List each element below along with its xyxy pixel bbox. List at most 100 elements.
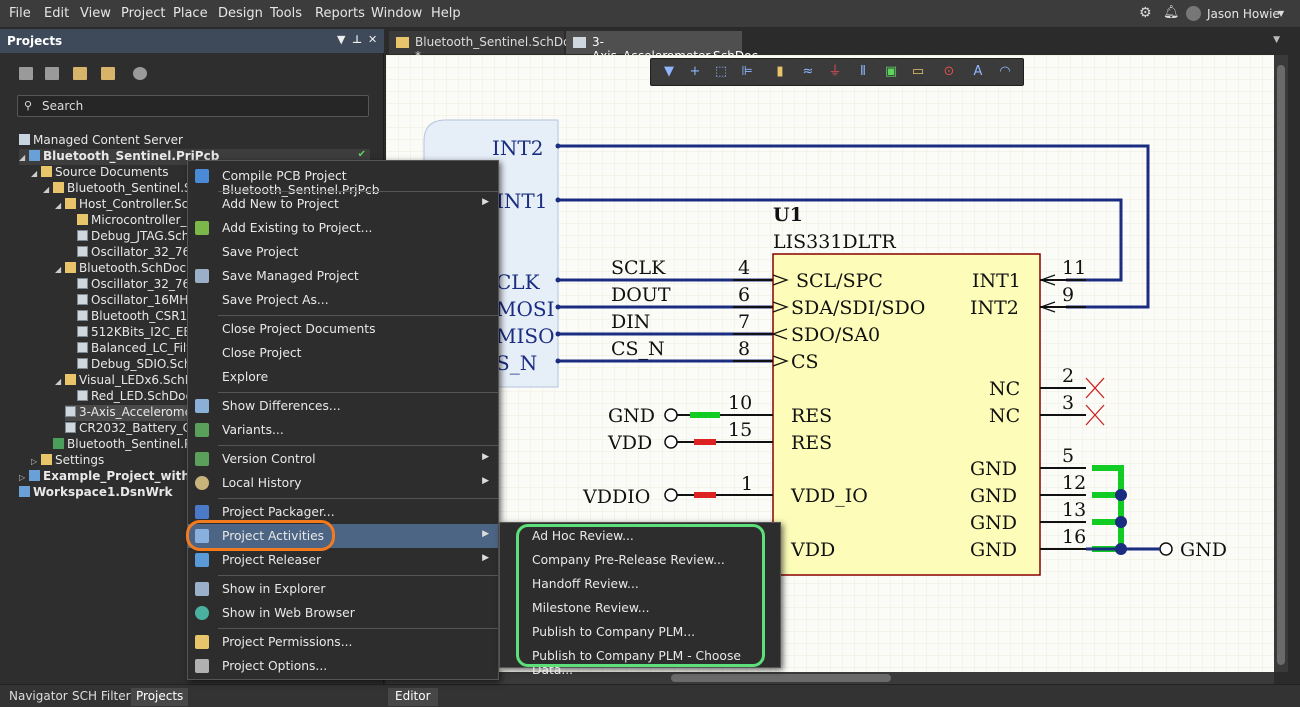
menu-item-explore[interactable]: Explore: [188, 365, 498, 389]
menu-item-close-docs[interactable]: Close Project Documents: [188, 317, 498, 341]
component-icon[interactable]: ▮: [773, 65, 787, 79]
tree-item[interactable]: Oscillator_16MHz.: [77, 293, 198, 309]
menu-item-compile[interactable]: Compile PCB Project Bluetooth_Sentinel.P…: [188, 164, 498, 197]
menu-item-permissions[interactable]: Project Permissions...: [188, 630, 498, 654]
port-int2[interactable]: INT2: [492, 136, 543, 160]
save-icon[interactable]: [19, 67, 33, 80]
menu-help[interactable]: Help: [431, 6, 461, 21]
menu-item-show-differences[interactable]: Show Differences...: [188, 394, 498, 418]
avatar-icon[interactable]: [1186, 6, 1201, 21]
net-dout[interactable]: DOUT: [611, 284, 671, 306]
gear-icon[interactable]: [133, 67, 147, 80]
search-input[interactable]: ⚲ Search: [17, 95, 369, 117]
panel-menu-icon[interactable]: ▼: [337, 33, 345, 46]
tab-bluetooth-sentinel[interactable]: Bluetooth_Sentinel.SchDoc *: [389, 31, 577, 63]
tab-navigator[interactable]: Navigator: [4, 688, 73, 706]
port-icon[interactable]: ▭: [911, 65, 925, 79]
menu-design[interactable]: Design: [218, 6, 263, 21]
bell-icon[interactable]: 🔔︎: [1163, 5, 1180, 20]
component-designator[interactable]: U1: [773, 204, 803, 226]
tree-item[interactable]: Managed Content Server: [19, 133, 183, 149]
power-gnd[interactable]: GND: [608, 405, 655, 427]
menu-item-project-releaser[interactable]: Project Releaser ▶: [188, 548, 498, 572]
power-vdd[interactable]: VDD: [607, 432, 652, 454]
tree-item[interactable]: ◢ Bluetooth.SchDoc: [55, 261, 186, 277]
tree-item[interactable]: ◢ Visual_LEDx6.SchDoc: [55, 373, 208, 389]
tab-accelerometer[interactable]: 3-Axis_Accelerometer.SchDoc: [566, 31, 758, 63]
port-int1[interactable]: INT1: [496, 189, 547, 213]
tree-item[interactable]: ◢ Host_Controller.Sch: [55, 197, 196, 213]
no-erc-icon[interactable]: ⊙: [942, 65, 956, 79]
menu-item-version-control[interactable]: Version Control ▶: [188, 447, 498, 471]
menu-window[interactable]: Window: [371, 6, 422, 21]
menu-tools[interactable]: Tools: [270, 6, 302, 21]
menu-item-save-project[interactable]: Save Project: [188, 240, 498, 264]
sheet-symbol-icon[interactable]: ▣: [884, 65, 898, 79]
net-din[interactable]: DIN: [611, 311, 650, 333]
pin-icon[interactable]: ⊥: [352, 33, 362, 46]
menu-item-local-history[interactable]: Local History ▶: [188, 471, 498, 495]
filter-icon[interactable]: ▼: [662, 65, 676, 79]
close-icon[interactable]: ✕: [368, 33, 377, 46]
power-gnd-right[interactable]: GND: [1180, 539, 1227, 561]
port-mosi[interactable]: MOSI: [496, 297, 554, 321]
menu-file[interactable]: File: [9, 6, 31, 21]
folder-settings-icon[interactable]: [101, 67, 115, 80]
tab-editor[interactable]: Editor: [388, 688, 438, 706]
bus-icon[interactable]: ⫴: [856, 65, 870, 79]
menu-item-close-project[interactable]: Close Project: [188, 341, 498, 365]
save-all-icon[interactable]: [45, 67, 59, 80]
net-cs-n[interactable]: CS_N: [611, 338, 665, 360]
port-clk[interactable]: CLK: [496, 270, 541, 294]
tree-item[interactable]: CR2032_Battery_Con: [65, 421, 206, 437]
gear-icon[interactable]: ⚙: [1139, 5, 1152, 21]
tab-projects[interactable]: Projects: [131, 688, 189, 706]
tree-item[interactable]: Oscillator_32_768: [77, 245, 198, 261]
tree-item[interactable]: 3-Axis_Acceleromete: [65, 405, 204, 421]
align-icon[interactable]: ⊫: [740, 65, 754, 79]
tree-item[interactable]: ◢ Source Documents: [31, 165, 168, 181]
tree-item[interactable]: ◢ Bluetooth_Sentinel.Sch: [43, 181, 206, 197]
horizontal-scrollbar[interactable]: [386, 672, 1274, 684]
menu-item-show-in-browser[interactable]: Show in Web Browser: [188, 601, 498, 625]
select-icon[interactable]: ⬚: [714, 65, 728, 79]
menu-item-save-managed[interactable]: Save Managed Project: [188, 264, 498, 288]
menu-item-show-in-explorer[interactable]: Show in Explorer: [188, 577, 498, 601]
menu-item-save-as[interactable]: Save Project As...: [188, 288, 498, 312]
power-vddio[interactable]: VDDIO: [582, 486, 650, 508]
crosshair-icon[interactable]: +: [688, 65, 702, 79]
ground-icon[interactable]: ⏚: [828, 65, 842, 79]
tree-item[interactable]: Microcontroller_S: [77, 213, 194, 229]
menu-item-options[interactable]: Project Options...: [188, 654, 498, 678]
menu-item-variants[interactable]: Variants...: [188, 418, 498, 442]
net-sclk[interactable]: SCLK: [611, 257, 666, 279]
menu-edit[interactable]: Edit: [44, 6, 69, 21]
text-icon[interactable]: A: [971, 65, 985, 79]
user-name[interactable]: Jason Howie: [1207, 7, 1280, 21]
tab-sch-filter[interactable]: SCH Filter: [67, 688, 136, 706]
tree-item[interactable]: Debug_SDIO.SchD: [77, 357, 201, 373]
open-folder-icon[interactable]: [73, 67, 87, 80]
tree-item[interactable]: ▷ Settings: [31, 453, 104, 469]
tree-item[interactable]: Oscillator_32_768: [77, 277, 198, 293]
tree-item[interactable]: Bluetooth_CSR10: [77, 309, 195, 325]
vertical-scrollbar[interactable]: [1274, 55, 1288, 672]
tree-item[interactable]: Red_LED.SchDoc: [77, 389, 192, 405]
wire-icon[interactable]: ≈: [801, 65, 815, 79]
menu-place[interactable]: Place: [173, 6, 208, 21]
tree-item[interactable]: Workspace1.DsnWrk: [19, 485, 173, 501]
tree-item[interactable]: Debug_JTAG.SchD: [77, 229, 199, 245]
chevron-down-icon[interactable]: ▼: [1278, 9, 1284, 18]
arc-icon[interactable]: ◠: [998, 65, 1012, 79]
tab-list-icon[interactable]: ▼: [1273, 35, 1280, 45]
scroll-thumb[interactable]: [1277, 65, 1285, 665]
component-part[interactable]: LIS331DLTR: [773, 231, 896, 253]
tree-item[interactable]: Balanced_LC_Filte: [77, 341, 198, 357]
menu-view[interactable]: View: [80, 6, 111, 21]
menu-project[interactable]: Project: [121, 6, 165, 21]
menu-reports[interactable]: Reports: [315, 6, 365, 21]
port-cs-n[interactable]: S_N: [496, 351, 537, 375]
menu-item-add-existing[interactable]: Add Existing to Project...: [188, 216, 498, 240]
tree-item[interactable]: Bluetooth_Sentinel.Pcb: [53, 437, 206, 453]
port-miso[interactable]: MISO: [496, 324, 554, 348]
